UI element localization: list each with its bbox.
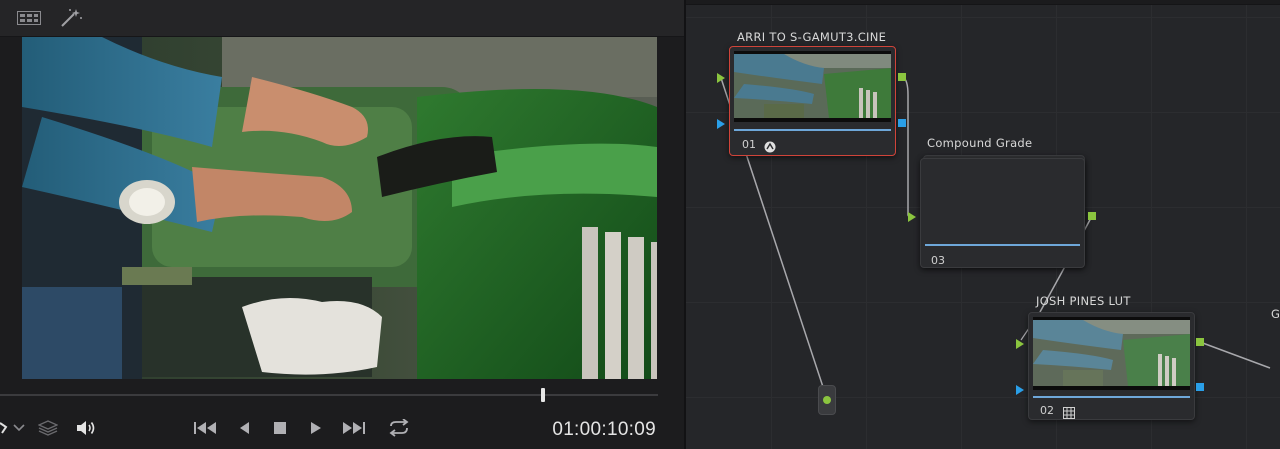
node-02-rgb-output[interactable] [1196,338,1204,346]
node-progress-bar [734,129,891,131]
node-01[interactable]: 01 [729,46,896,156]
edge-node-label: G [1271,307,1280,321]
output-node[interactable] [818,385,836,415]
node-03-rgb-output[interactable] [1088,212,1096,220]
node-progress-bar [925,244,1080,246]
node-thumbnail [1033,317,1190,390]
node-03-rgb-input[interactable] [908,212,916,222]
node-number: 01 [742,138,756,151]
node-02[interactable]: 02 [1028,312,1195,420]
node-02-key-input[interactable] [1016,385,1024,395]
node-02-rgb-input[interactable] [1016,339,1024,349]
node-01-rgb-input[interactable] [717,73,725,83]
node-title: JOSH PINES LUT [1036,294,1131,308]
node-03[interactable]: 03 [920,158,1085,268]
node-number: 03 [931,254,945,267]
output-node-dot [823,396,831,404]
node-thumbnail [734,51,891,122]
node-01-rgb-output[interactable] [898,73,906,81]
node-progress-bar [1033,396,1190,398]
node-title: ARRI TO S-GAMUT3.CINE [737,30,887,44]
grid-badge-icon [1063,404,1075,423]
node-number: 02 [1040,404,1054,417]
lut-badge-icon [764,138,776,157]
node-02-key-output[interactable] [1196,383,1204,391]
node-01-key-input[interactable] [717,119,725,129]
node-01-key-output[interactable] [898,119,906,127]
node-title: Compound Grade [927,136,1033,150]
